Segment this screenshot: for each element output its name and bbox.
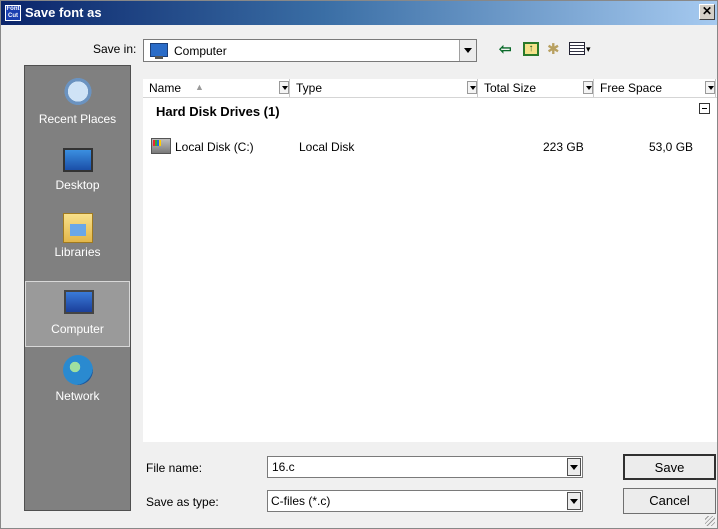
up-folder-icon[interactable]: ↑	[523, 42, 539, 56]
libraries-icon	[63, 213, 93, 243]
column-filter-button[interactable]	[467, 81, 477, 94]
column-name[interactable]: Name ▲	[143, 79, 290, 97]
computer-icon	[64, 290, 94, 314]
column-filter-button[interactable]	[279, 81, 289, 94]
place-libraries[interactable]: Libraries	[25, 205, 130, 271]
place-recent-places[interactable]: Recent Places	[25, 72, 130, 138]
group-header: Hard Disk Drives (1)	[156, 104, 280, 119]
app-icon: Font Cut	[5, 5, 21, 21]
column-free-space[interactable]: Free Space	[594, 79, 716, 97]
collapse-icon[interactable]	[699, 103, 710, 114]
resize-grip-icon[interactable]	[705, 516, 715, 526]
place-desktop[interactable]: Desktop	[25, 138, 130, 204]
new-folder-icon[interactable]: ✱	[547, 42, 560, 58]
column-total-size[interactable]: Total Size	[478, 79, 594, 97]
save-in-label: Save in:	[93, 42, 137, 56]
file-name-input[interactable]: 16.c	[267, 456, 583, 478]
file-name-label: File name:	[146, 461, 203, 475]
recent-places-icon	[63, 78, 93, 108]
place-network[interactable]: Network	[25, 349, 130, 415]
sort-up-icon: ▲	[195, 82, 204, 92]
save-as-type-label: Save as type:	[146, 495, 219, 509]
save-font-dialog: Font Cut Save font as ✕ Save in: Computer…	[0, 0, 718, 529]
computer-icon	[150, 43, 168, 59]
dialog-title: Save font as	[25, 5, 102, 20]
chevron-down-icon[interactable]	[567, 458, 581, 476]
place-label: Computer	[51, 322, 104, 336]
place-label: Recent Places	[38, 112, 117, 126]
chevron-down-icon[interactable]	[567, 492, 581, 510]
hard-disk-icon	[151, 138, 171, 154]
place-label: Network	[55, 389, 100, 403]
network-icon	[63, 355, 93, 385]
close-button[interactable]: ✕	[699, 4, 715, 20]
save-in-dropdown[interactable]: Computer	[143, 39, 477, 62]
column-label: Name	[149, 81, 182, 95]
column-header: Name ▲ Type Total Size Free Space	[143, 79, 717, 98]
save-button[interactable]: Save	[623, 454, 716, 480]
title-bar: Font Cut Save font as ✕	[1, 1, 717, 25]
item-type: Local Disk	[299, 140, 355, 154]
save-as-type-dropdown[interactable]: C-files (*.c)	[267, 490, 583, 512]
item-name: Local Disk (C:)	[175, 140, 254, 154]
list-item[interactable]: Local Disk (C:) Local Disk 223 GB 53,0 G…	[149, 138, 715, 156]
item-free-space: 53,0 GB	[649, 140, 694, 154]
place-label: Libraries	[54, 245, 101, 259]
file-list[interactable]	[143, 79, 717, 442]
file-name-value: 16.c	[272, 460, 295, 474]
desktop-icon	[63, 148, 93, 172]
place-computer[interactable]: Computer	[25, 281, 130, 347]
back-icon[interactable]: ⇦	[499, 42, 512, 58]
column-label: Free Space	[600, 81, 663, 95]
column-label: Total Size	[484, 81, 537, 95]
places-bar: Recent Places Desktop Libraries Computer…	[24, 65, 131, 511]
column-label: Type	[296, 81, 323, 95]
chevron-down-icon[interactable]	[459, 40, 476, 61]
column-filter-button[interactable]	[583, 81, 593, 94]
view-dropdown-icon[interactable]: ▾	[586, 44, 591, 55]
view-menu-icon[interactable]	[569, 42, 585, 55]
cancel-button[interactable]: Cancel	[623, 488, 716, 514]
column-filter-button[interactable]	[705, 81, 715, 94]
item-total-size: 223 GB	[543, 140, 584, 154]
save-in-value: Computer	[174, 44, 227, 58]
column-type[interactable]: Type	[290, 79, 478, 97]
place-label: Desktop	[55, 178, 100, 192]
save-as-type-value: C-files (*.c)	[271, 494, 331, 508]
